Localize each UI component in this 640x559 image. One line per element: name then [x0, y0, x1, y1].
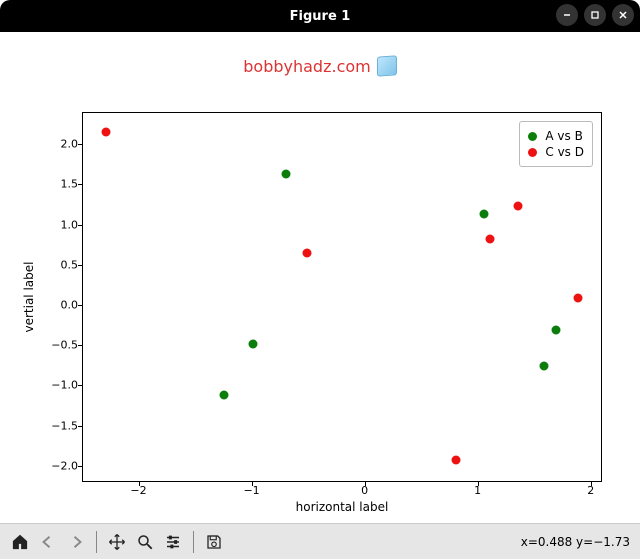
chart-title: bobbyhadz.com — [0, 56, 640, 76]
data-point — [248, 339, 257, 348]
data-point — [452, 456, 461, 465]
x-axis-label: horizontal label — [82, 500, 602, 514]
data-point — [302, 248, 311, 257]
legend-item: C vs D — [528, 145, 584, 159]
data-point — [540, 362, 549, 371]
y-tick — [78, 144, 83, 145]
data-point — [485, 235, 494, 244]
y-tick-label: 0.5 — [34, 258, 78, 271]
figure-canvas[interactable]: bobbyhadz.com vertial label horizontal l… — [0, 32, 640, 523]
data-point — [282, 170, 291, 179]
legend: A vs B C vs D — [519, 121, 593, 167]
data-point — [101, 127, 110, 136]
y-tick-label: 2.0 — [34, 138, 78, 151]
x-tick-label: 2 — [587, 484, 594, 497]
x-tick-label: −2 — [130, 484, 146, 497]
mpl-toolbar: x=0.488 y=−1.73 — [0, 523, 640, 559]
y-tick-label: −1.5 — [34, 419, 78, 432]
data-point — [514, 201, 523, 210]
configure-subplots-button[interactable] — [159, 528, 187, 556]
x-tick-label: −1 — [243, 484, 259, 497]
y-tick — [78, 466, 83, 467]
plot-area[interactable]: A vs B C vs D — [82, 112, 602, 482]
data-point — [574, 294, 583, 303]
save-button[interactable] — [200, 528, 228, 556]
legend-item: A vs B — [528, 129, 584, 143]
ice-cube-icon — [377, 55, 397, 76]
data-point — [220, 390, 229, 399]
forward-button[interactable] — [62, 528, 90, 556]
data-point — [480, 209, 489, 218]
window-controls — [556, 4, 634, 26]
data-point — [551, 326, 560, 335]
toolbar-separator — [193, 531, 194, 553]
y-tick-label: −2.0 — [34, 459, 78, 472]
y-tick — [78, 265, 83, 266]
close-button[interactable] — [612, 4, 634, 26]
y-tick — [78, 426, 83, 427]
legend-marker-green — [528, 132, 537, 141]
y-tick-label: 1.0 — [34, 218, 78, 231]
y-tick — [78, 184, 83, 185]
chart-title-text: bobbyhadz.com — [243, 57, 370, 76]
window-title: Figure 1 — [290, 9, 351, 24]
legend-label: C vs D — [545, 145, 584, 159]
y-tick — [78, 305, 83, 306]
y-tick-label: −0.5 — [34, 339, 78, 352]
y-tick — [78, 385, 83, 386]
home-button[interactable] — [6, 528, 34, 556]
y-tick-label: 1.5 — [34, 178, 78, 191]
maximize-button[interactable] — [584, 4, 606, 26]
back-button[interactable] — [34, 528, 62, 556]
window-titlebar: Figure 1 — [0, 0, 640, 32]
x-tick-label: 1 — [474, 484, 481, 497]
y-tick — [78, 225, 83, 226]
legend-marker-red — [528, 148, 537, 157]
toolbar-separator — [96, 531, 97, 553]
x-tick-label: 0 — [361, 484, 368, 497]
y-tick-label: −1.0 — [34, 379, 78, 392]
y-tick-label: 0.0 — [34, 299, 78, 312]
pan-button[interactable] — [103, 528, 131, 556]
y-tick — [78, 345, 83, 346]
minimize-button[interactable] — [556, 4, 578, 26]
zoom-button[interactable] — [131, 528, 159, 556]
legend-label: A vs B — [545, 129, 582, 143]
cursor-coord-readout: x=0.488 y=−1.73 — [521, 535, 630, 549]
